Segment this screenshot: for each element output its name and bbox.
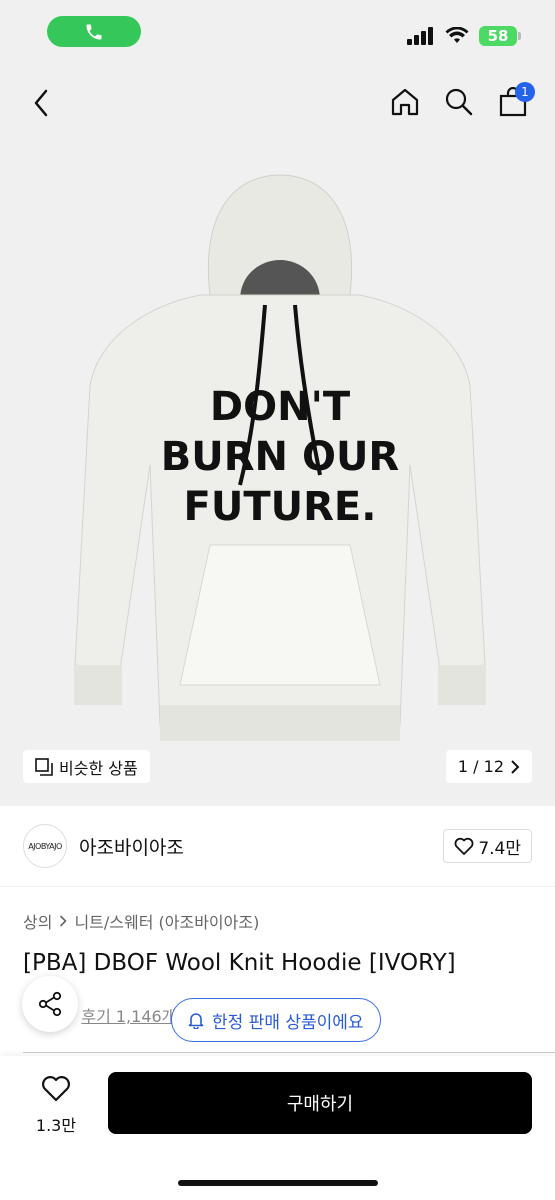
cart-count-badge: 1	[515, 82, 535, 102]
battery-indicator: 58	[479, 26, 521, 46]
hoodie-graphic-line-3: FUTURE.	[184, 484, 377, 530]
limited-sale-label: 한정 판매 상품이에요	[212, 1012, 364, 1033]
signal-icon	[407, 27, 433, 45]
product-image-area[interactable]: 58 1 DON'T BURN OUR FUTURE. 비슷한 상품 1 / 1…	[0, 0, 555, 806]
status-indicators: 58	[407, 26, 521, 46]
share-button[interactable]	[22, 976, 78, 1032]
copy-squares-icon	[35, 757, 53, 776]
phone-icon	[86, 24, 102, 39]
wifi-icon	[445, 27, 469, 43]
brand-name[interactable]: 아조바이아조	[79, 833, 184, 860]
hoodie-graphic-line-1: DON'T	[210, 384, 351, 430]
chevron-right-icon	[511, 759, 520, 774]
hoodie-product-image: DON'T BURN OUR FUTURE.	[74, 174, 486, 741]
image-pager-label: 1 / 12	[457, 757, 504, 776]
breadcrumb-level-1[interactable]: 상의	[23, 909, 52, 933]
image-pager-button[interactable]: 1 / 12	[445, 750, 532, 783]
wishlist-button[interactable]: 1.3만	[32, 1075, 80, 1136]
back-button[interactable]	[26, 86, 56, 120]
brand-like-count: 7.4만	[478, 838, 521, 859]
home-button[interactable]	[389, 84, 421, 120]
brand-row[interactable]: AJOBYAJO 아조바이아조 7.4만	[0, 806, 555, 887]
search-button[interactable]	[443, 84, 475, 120]
similar-products-label: 비슷한 상품	[59, 758, 138, 778]
brand-like-button[interactable]: 7.4만	[443, 829, 532, 863]
share-icon	[38, 991, 62, 1017]
similar-products-button[interactable]: 비슷한 상품	[23, 750, 150, 783]
search-icon	[445, 88, 473, 116]
chevron-right-icon	[60, 915, 68, 927]
breadcrumb: 상의 니트/스웨터 (아조바이아조)	[23, 909, 259, 933]
heart-icon	[454, 837, 474, 855]
product-title: [PBA] DBOF Wool Knit Hoodie [IVORY]	[23, 950, 456, 976]
cart-button[interactable]: 1	[497, 82, 535, 120]
review-count-link[interactable]: 후기 1,146개	[81, 1003, 176, 1027]
hoodie-graphic-line-2: BURN OUR	[161, 434, 399, 480]
active-call-pill[interactable]	[47, 16, 141, 47]
wishlist-count: 1.3만	[35, 1116, 77, 1135]
heart-icon	[42, 1076, 70, 1102]
brand-logo[interactable]: AJOBYAJO	[23, 824, 67, 868]
chevron-left-icon	[34, 89, 48, 117]
home-indicator[interactable]	[178, 1180, 378, 1186]
limited-sale-tooltip[interactable]: 한정 판매 상품이에요	[171, 998, 381, 1042]
top-nav-actions: 1	[389, 82, 535, 120]
breadcrumb-level-2[interactable]: 니트/스웨터 (아조바이아조)	[74, 909, 259, 933]
buy-button[interactable]: 구매하기	[108, 1072, 532, 1134]
bell-icon	[188, 1013, 204, 1029]
home-icon	[391, 88, 419, 116]
